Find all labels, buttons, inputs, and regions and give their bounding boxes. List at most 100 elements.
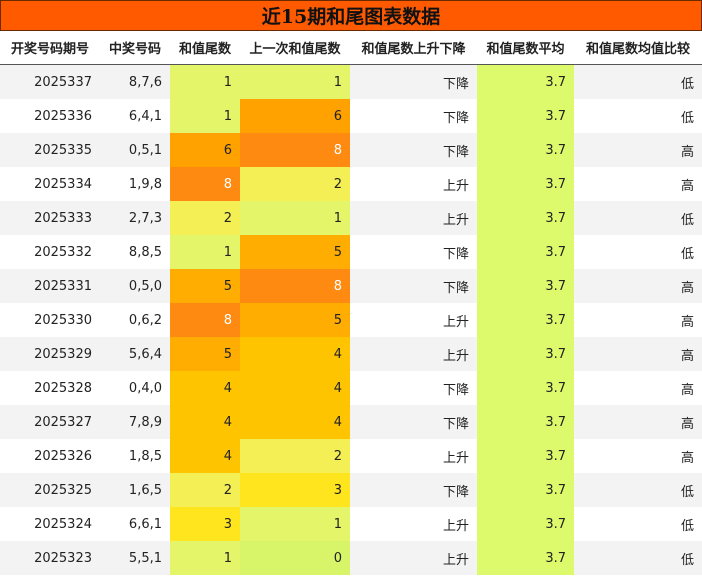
- cell-trend: 下降: [350, 64, 477, 99]
- cell-tail: 1: [170, 64, 240, 99]
- table-row: 2025337 8,7,6 1 1 下降 3.7 低: [0, 64, 702, 99]
- cell-tail: 8: [170, 167, 240, 201]
- cell-compare: 低: [574, 201, 702, 235]
- table-row: 2025326 1,8,5 4 2 上升 3.7 高: [0, 439, 702, 473]
- cell-trend: 下降: [350, 473, 477, 507]
- table-row: 2025329 5,6,4 5 4 上升 3.7 高: [0, 337, 702, 371]
- cell-compare: 高: [574, 133, 702, 167]
- cell-prev-tail: 4: [240, 337, 350, 371]
- cell-numbers: 1,6,5: [100, 473, 170, 507]
- cell-trend: 上升: [350, 439, 477, 473]
- table-row: 2025336 6,4,1 1 6 下降 3.7 低: [0, 99, 702, 133]
- cell-tail: 8: [170, 303, 240, 337]
- cell-tail: 2: [170, 201, 240, 235]
- cell-tail: 5: [170, 337, 240, 371]
- cell-tail: 1: [170, 541, 240, 575]
- table-row: 2025333 2,7,3 2 1 上升 3.7 低: [0, 201, 702, 235]
- cell-average: 3.7: [477, 99, 574, 133]
- header-row: 开奖号码期号 中奖号码 和值尾数 上一次和值尾数 和值尾数上升下降 和值尾数平均…: [0, 31, 702, 65]
- cell-trend: 上升: [350, 541, 477, 575]
- cell-issue: 2025329: [0, 337, 100, 371]
- cell-tail: 4: [170, 405, 240, 439]
- cell-tail: 1: [170, 235, 240, 269]
- cell-compare: 低: [574, 473, 702, 507]
- header-compare: 和值尾数均值比较: [574, 31, 702, 65]
- cell-average: 3.7: [477, 507, 574, 541]
- cell-trend: 下降: [350, 99, 477, 133]
- cell-numbers: 0,5,1: [100, 133, 170, 167]
- cell-prev-tail: 6: [240, 99, 350, 133]
- cell-issue: 2025331: [0, 269, 100, 303]
- cell-issue: 2025327: [0, 405, 100, 439]
- cell-trend: 下降: [350, 235, 477, 269]
- cell-issue: 2025326: [0, 439, 100, 473]
- cell-issue: 2025330: [0, 303, 100, 337]
- cell-prev-tail: 5: [240, 303, 350, 337]
- table-row: 2025335 0,5,1 6 8 下降 3.7 高: [0, 133, 702, 167]
- cell-issue: 2025337: [0, 64, 100, 99]
- cell-compare: 高: [574, 371, 702, 405]
- cell-average: 3.7: [477, 439, 574, 473]
- cell-prev-tail: 2: [240, 439, 350, 473]
- cell-numbers: 6,6,1: [100, 507, 170, 541]
- cell-trend: 下降: [350, 133, 477, 167]
- cell-average: 3.7: [477, 541, 574, 575]
- cell-compare: 低: [574, 541, 702, 575]
- cell-prev-tail: 0: [240, 541, 350, 575]
- table-row: 2025332 8,8,5 1 5 下降 3.7 低: [0, 235, 702, 269]
- cell-prev-tail: 4: [240, 405, 350, 439]
- cell-prev-tail: 1: [240, 201, 350, 235]
- cell-average: 3.7: [477, 473, 574, 507]
- cell-trend: 下降: [350, 371, 477, 405]
- table-row: 2025328 0,4,0 4 4 下降 3.7 高: [0, 371, 702, 405]
- cell-issue: 2025333: [0, 201, 100, 235]
- cell-issue: 2025334: [0, 167, 100, 201]
- cell-numbers: 1,9,8: [100, 167, 170, 201]
- heatmap-table-sheet: 近15期和尾图表数据 开奖号码期号 中奖号码 和值尾数 上一次和值尾数 和值尾数…: [0, 0, 702, 576]
- cell-issue: 2025332: [0, 235, 100, 269]
- cell-prev-tail: 4: [240, 371, 350, 405]
- cell-prev-tail: 5: [240, 235, 350, 269]
- cell-numbers: 0,4,0: [100, 371, 170, 405]
- cell-trend: 上升: [350, 303, 477, 337]
- cell-numbers: 1,8,5: [100, 439, 170, 473]
- cell-tail: 6: [170, 133, 240, 167]
- cell-numbers: 5,5,1: [100, 541, 170, 575]
- cell-numbers: 7,8,9: [100, 405, 170, 439]
- table-row: 2025331 0,5,0 5 8 下降 3.7 高: [0, 269, 702, 303]
- cell-compare: 高: [574, 405, 702, 439]
- cell-numbers: 0,6,2: [100, 303, 170, 337]
- cell-average: 3.7: [477, 337, 574, 371]
- cell-compare: 低: [574, 99, 702, 133]
- table-row: 2025334 1,9,8 8 2 上升 3.7 高: [0, 167, 702, 201]
- cell-average: 3.7: [477, 303, 574, 337]
- cell-average: 3.7: [477, 167, 574, 201]
- table-row: 2025330 0,6,2 8 5 上升 3.7 高: [0, 303, 702, 337]
- cell-numbers: 8,7,6: [100, 64, 170, 99]
- cell-numbers: 8,8,5: [100, 235, 170, 269]
- header-numbers: 中奖号码: [100, 31, 170, 65]
- cell-trend: 上升: [350, 337, 477, 371]
- cell-average: 3.7: [477, 133, 574, 167]
- cell-prev-tail: 1: [240, 64, 350, 99]
- cell-average: 3.7: [477, 235, 574, 269]
- cell-tail: 4: [170, 439, 240, 473]
- cell-issue: 2025328: [0, 371, 100, 405]
- header-trend: 和值尾数上升下降: [350, 31, 477, 65]
- cell-issue: 2025335: [0, 133, 100, 167]
- cell-tail: 1: [170, 99, 240, 133]
- header-issue: 开奖号码期号: [0, 31, 100, 65]
- cell-compare: 低: [574, 64, 702, 99]
- cell-tail: 2: [170, 473, 240, 507]
- table-row: 2025327 7,8,9 4 4 下降 3.7 高: [0, 405, 702, 439]
- cell-prev-tail: 1: [240, 507, 350, 541]
- cell-trend: 上升: [350, 167, 477, 201]
- cell-average: 3.7: [477, 405, 574, 439]
- cell-average: 3.7: [477, 201, 574, 235]
- cell-prev-tail: 3: [240, 473, 350, 507]
- cell-numbers: 5,6,4: [100, 337, 170, 371]
- cell-numbers: 0,5,0: [100, 269, 170, 303]
- cell-average: 3.7: [477, 371, 574, 405]
- cell-compare: 低: [574, 235, 702, 269]
- data-table: 开奖号码期号 中奖号码 和值尾数 上一次和值尾数 和值尾数上升下降 和值尾数平均…: [0, 31, 702, 575]
